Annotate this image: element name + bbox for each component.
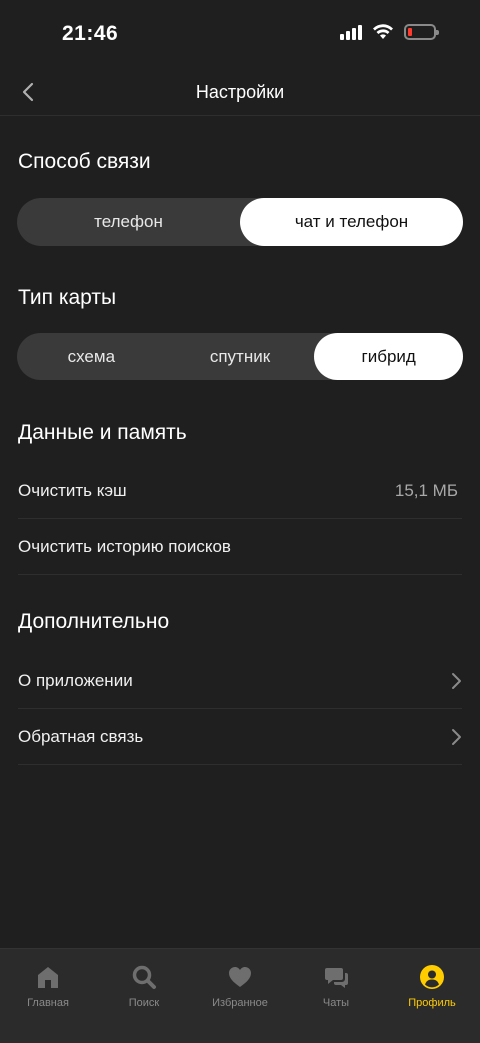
clear-search-history-label: Очистить историю поисков [18,536,231,556]
home-icon [34,963,62,991]
feedback-row[interactable]: Обратная связь [18,709,462,765]
segment-scheme[interactable]: схема [17,333,166,380]
chevron-right-icon [452,672,461,689]
tab-bar: Главная Поиск Избранное Чаты Профиль [0,948,480,1043]
tab-label: Главная [27,997,69,1009]
tab-favorites[interactable]: Избранное [192,949,288,1043]
search-icon [130,963,158,991]
tab-label: Профиль [408,997,456,1009]
contact-method-segmented-control: телефон чат и телефон [17,198,463,246]
cellular-signal-icon [340,24,362,40]
map-type-segmented-control: схема спутник гибрид [17,333,464,380]
tab-label: Поиск [128,997,160,1009]
segment-chat-and-phone[interactable]: чат и телефон [240,198,463,246]
segment-hybrid[interactable]: гибрид [314,333,464,380]
status-time: 21:46 [62,22,119,45]
tab-profile[interactable]: Профиль [384,949,480,1043]
wifi-icon [373,24,393,39]
tab-chats[interactable]: Чаты [288,949,384,1043]
clear-search-history-row[interactable]: Очистить историю поисков [18,519,462,575]
heart-icon [226,963,254,991]
tab-search[interactable]: Поиск [96,949,192,1043]
status-icons [340,24,439,40]
chat-icon [322,963,350,991]
segment-satellite[interactable]: спутник [166,333,315,380]
navigation-bar: Настройки [0,70,480,116]
page-title: Настройки [195,82,285,102]
segment-phone[interactable]: телефон [17,198,240,246]
status-bar: 21:46 [0,0,480,70]
profile-icon [418,963,446,991]
section-title-map-type: Тип карты [18,286,117,309]
clear-cache-label: Очистить кэш [18,480,127,500]
battery-icon [404,24,439,40]
feedback-label: Обратная связь [18,726,144,746]
tab-label: Чаты [322,997,350,1009]
clear-cache-row[interactable]: Очистить кэш 15,1 МБ [18,463,462,519]
tab-label: Избранное [212,997,268,1009]
cache-size-value: 15,1 МБ [394,480,458,500]
about-app-row[interactable]: О приложении [18,653,462,709]
tab-home[interactable]: Главная [0,949,96,1043]
section-title-additional: Дополнительно [18,610,170,633]
section-title-data-memory: Данные и память [18,421,187,444]
section-title-contact-method: Способ связи [18,150,151,173]
about-app-label: О приложении [18,670,133,690]
chevron-right-icon [452,728,461,745]
